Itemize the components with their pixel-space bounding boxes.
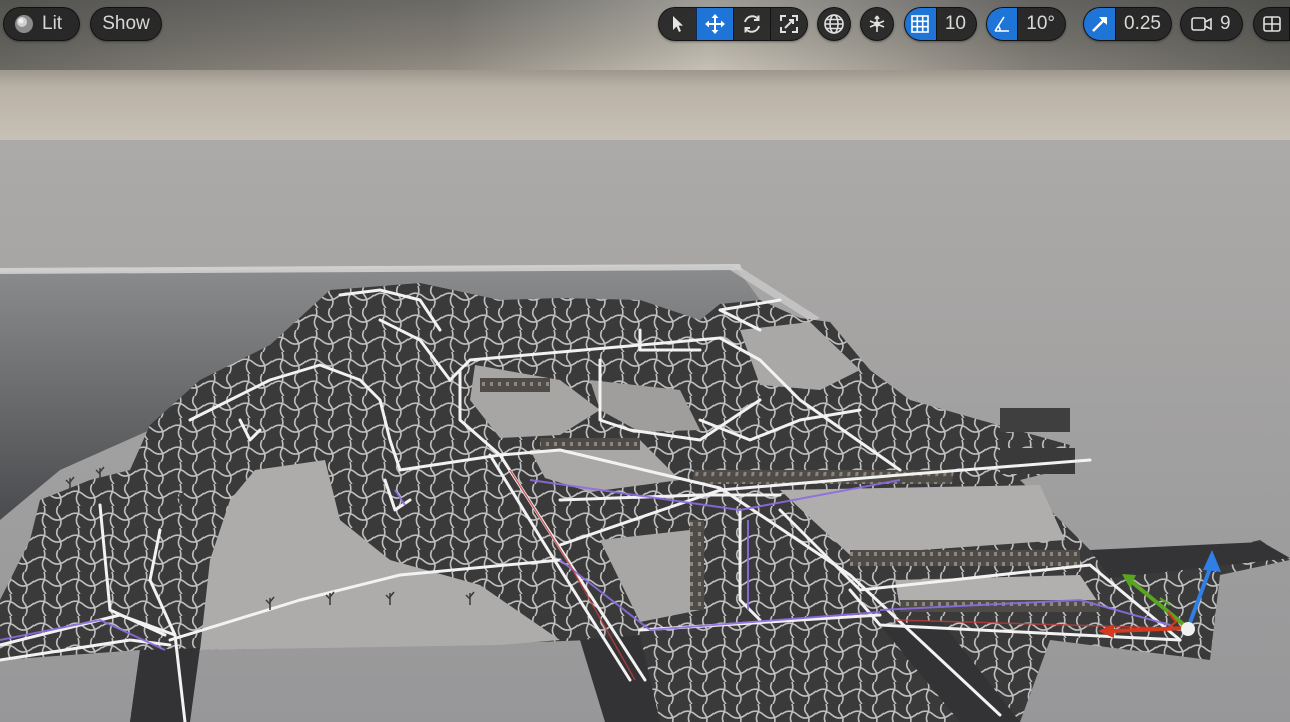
- layout-icon: [1262, 14, 1282, 34]
- scale-snap-value[interactable]: 0.25: [1115, 8, 1171, 40]
- translate-mode-button[interactable]: [696, 8, 733, 40]
- transform-mode-group: [658, 7, 808, 41]
- camera-speed-value: 9: [1220, 13, 1231, 34]
- view-mode-button[interactable]: Lit: [3, 7, 80, 41]
- coordinate-space-button[interactable]: [817, 7, 851, 41]
- select-mode-button[interactable]: [659, 8, 696, 40]
- scale-icon: [779, 14, 799, 34]
- angle-icon: [992, 14, 1012, 34]
- scale-mode-button[interactable]: [770, 8, 807, 40]
- scale-snap-control: 0.25: [1083, 7, 1172, 41]
- camera-speed-button[interactable]: 9: [1180, 7, 1243, 41]
- cursor-icon: [670, 15, 686, 33]
- video-camera-icon: [1191, 16, 1213, 32]
- rotation-snap-value[interactable]: 10°: [1017, 8, 1065, 40]
- grid-snap-control: 10: [904, 7, 977, 41]
- show-button[interactable]: Show: [90, 7, 162, 41]
- diagonal-arrow-icon: [1090, 14, 1110, 34]
- rotate-icon: [741, 13, 763, 35]
- show-label: Show: [102, 13, 150, 34]
- sphere-icon: [14, 14, 34, 34]
- viewport-layout-button[interactable]: [1253, 7, 1290, 41]
- view-mode-label: Lit: [42, 13, 63, 34]
- rotate-mode-button[interactable]: [733, 8, 770, 40]
- rotation-snap-toggle[interactable]: [987, 8, 1018, 40]
- surface-snap-icon: [866, 13, 888, 35]
- rotation-snap-control: 10°: [986, 7, 1066, 41]
- scene-render: [0, 0, 1290, 722]
- move-arrows-icon: [704, 13, 726, 35]
- grid-snap-toggle[interactable]: [905, 8, 936, 40]
- grid-icon: [910, 14, 930, 34]
- globe-icon: [823, 13, 845, 35]
- scale-snap-toggle[interactable]: [1084, 8, 1116, 40]
- level-viewport[interactable]: [0, 0, 1290, 722]
- surface-snapping-button[interactable]: [860, 7, 894, 41]
- grid-snap-value[interactable]: 10: [935, 8, 976, 40]
